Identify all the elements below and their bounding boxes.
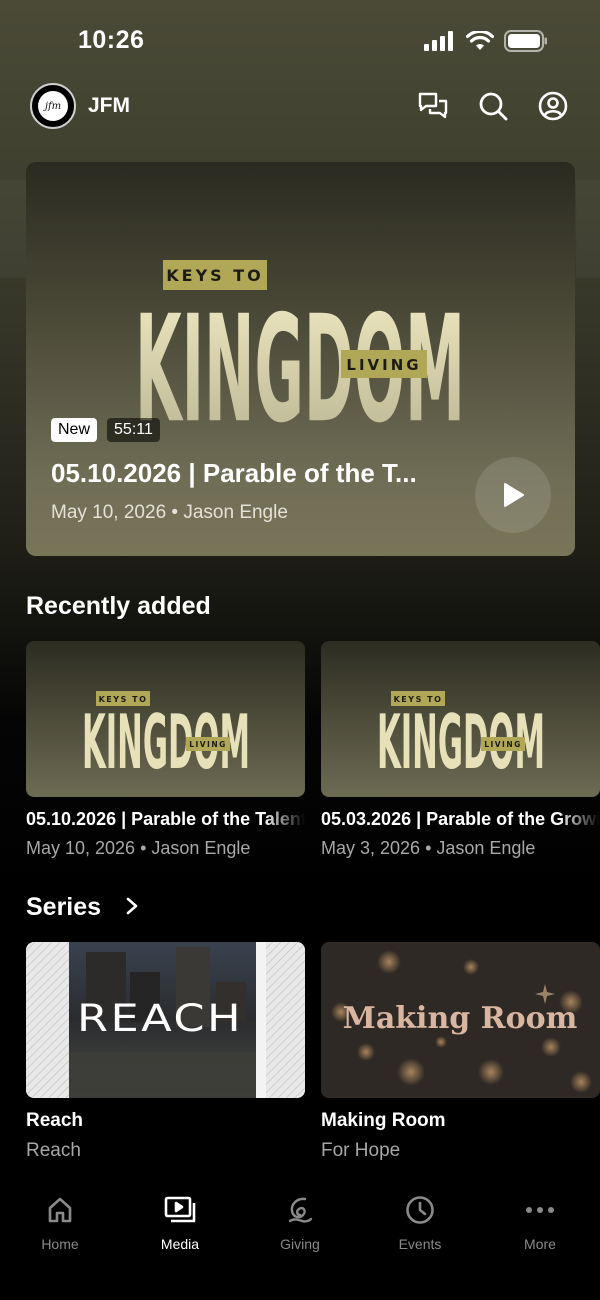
chat-icon[interactable] bbox=[416, 89, 450, 123]
status-time: 10:26 bbox=[78, 26, 145, 54]
living-tag: LIVING bbox=[346, 356, 421, 374]
clock-icon bbox=[404, 1194, 436, 1226]
series-thumbnail: REACH bbox=[26, 942, 305, 1098]
hero-badges: New 55:11 bbox=[51, 418, 160, 442]
series-subtitle: Reach bbox=[26, 1140, 81, 1161]
more-icon bbox=[524, 1194, 556, 1226]
svg-text:KEYS TO: KEYS TO bbox=[394, 695, 443, 704]
series-title: Reach bbox=[26, 1110, 84, 1131]
tab-more[interactable]: More bbox=[480, 1180, 600, 1300]
play-icon bbox=[504, 483, 524, 507]
header-actions bbox=[416, 89, 570, 123]
account-icon[interactable] bbox=[536, 89, 570, 123]
hero-title: 05.10.2026 | Parable of the T... bbox=[51, 458, 417, 488]
home-icon bbox=[44, 1194, 76, 1226]
series-heading-link[interactable]: Series bbox=[26, 893, 140, 922]
battery-icon bbox=[504, 30, 547, 52]
svg-text:REACH: REACH bbox=[77, 997, 243, 1040]
kingdom-thumb-art: KINGDOM KEYS TO LIVING bbox=[377, 691, 545, 787]
featured-sermon-card[interactable]: KINGDOM KEYS TO LIVING New 55:11 05.10.2… bbox=[26, 162, 575, 556]
tab-events[interactable]: Events bbox=[360, 1180, 480, 1300]
keys-to-tag: KEYS TO bbox=[166, 266, 264, 285]
svg-text:LIVING: LIVING bbox=[484, 740, 522, 749]
chevron-right-icon bbox=[126, 897, 138, 915]
series-title: Making Room bbox=[321, 1110, 446, 1131]
series-subtitle: For Hope bbox=[321, 1140, 401, 1161]
recent-item-title: 05.03.2026 | Parable of the Growing Seed bbox=[321, 809, 600, 829]
series-thumbnail: Making Room bbox=[321, 942, 600, 1098]
reach-series-art: REACH bbox=[26, 942, 305, 1098]
church-logo[interactable]: jfm bbox=[30, 83, 76, 129]
series-card[interactable]: REACH Reach Reach bbox=[26, 942, 305, 1162]
tab-giving[interactable]: Giving bbox=[240, 1180, 360, 1300]
tab-events-label: Events bbox=[398, 1236, 442, 1252]
play-button[interactable] bbox=[475, 457, 551, 533]
series-heading: Series bbox=[26, 893, 102, 921]
series-card[interactable]: Making Room Making Room For Hope bbox=[321, 942, 600, 1162]
tab-media[interactable]: Media bbox=[120, 1180, 240, 1300]
kingdom-thumb-art: KINGDOM KEYS TO LIVING bbox=[82, 691, 250, 787]
making-room-series-art: Making Room bbox=[321, 942, 600, 1098]
cellular-signal-icon bbox=[424, 31, 453, 51]
recent-item-card[interactable]: KINGDOM KEYS TO LIVING 05.03.2026 | Para… bbox=[321, 641, 600, 859]
hero-meta: May 10, 2026 • Jason Engle bbox=[51, 502, 288, 523]
org-name: JFM bbox=[88, 94, 130, 117]
recent-item-title: 05.10.2026 | Parable of the Talents bbox=[26, 809, 305, 829]
svg-text:Making Room: Making Room bbox=[343, 1001, 578, 1036]
recent-item-meta: May 10, 2026 • Jason Engle bbox=[26, 838, 251, 858]
recent-item-thumbnail: KINGDOM KEYS TO LIVING bbox=[26, 641, 305, 797]
new-badge: New bbox=[51, 418, 98, 442]
svg-text:KEYS TO: KEYS TO bbox=[99, 695, 148, 704]
app-header: jfm JFM bbox=[30, 82, 570, 130]
search-icon[interactable] bbox=[476, 89, 510, 123]
media-icon bbox=[164, 1194, 196, 1226]
bottom-tab-bar: Home Media Giving Events More bbox=[0, 1180, 600, 1300]
recently-added-heading: Recently added bbox=[26, 592, 211, 620]
recent-item-card[interactable]: KINGDOM KEYS TO LIVING 05.10.2026 | Para… bbox=[26, 641, 305, 859]
tab-home-label: Home bbox=[41, 1236, 79, 1252]
wifi-icon bbox=[466, 31, 494, 50]
tab-more-label: More bbox=[524, 1236, 556, 1252]
tab-home[interactable]: Home bbox=[0, 1180, 120, 1300]
svg-text:LIVING: LIVING bbox=[189, 740, 227, 749]
giving-icon bbox=[284, 1194, 316, 1226]
duration-badge: 55:11 bbox=[107, 418, 160, 442]
tab-media-label: Media bbox=[160, 1236, 200, 1252]
tab-giving-label: Giving bbox=[280, 1236, 320, 1252]
status-bar: 10:26 bbox=[0, 0, 600, 80]
status-icons bbox=[424, 30, 548, 52]
recent-item-meta: May 3, 2026 • Jason Engle bbox=[321, 838, 536, 858]
recent-item-thumbnail: KINGDOM KEYS TO LIVING bbox=[321, 641, 600, 797]
church-logo-text: jfm bbox=[38, 91, 68, 121]
